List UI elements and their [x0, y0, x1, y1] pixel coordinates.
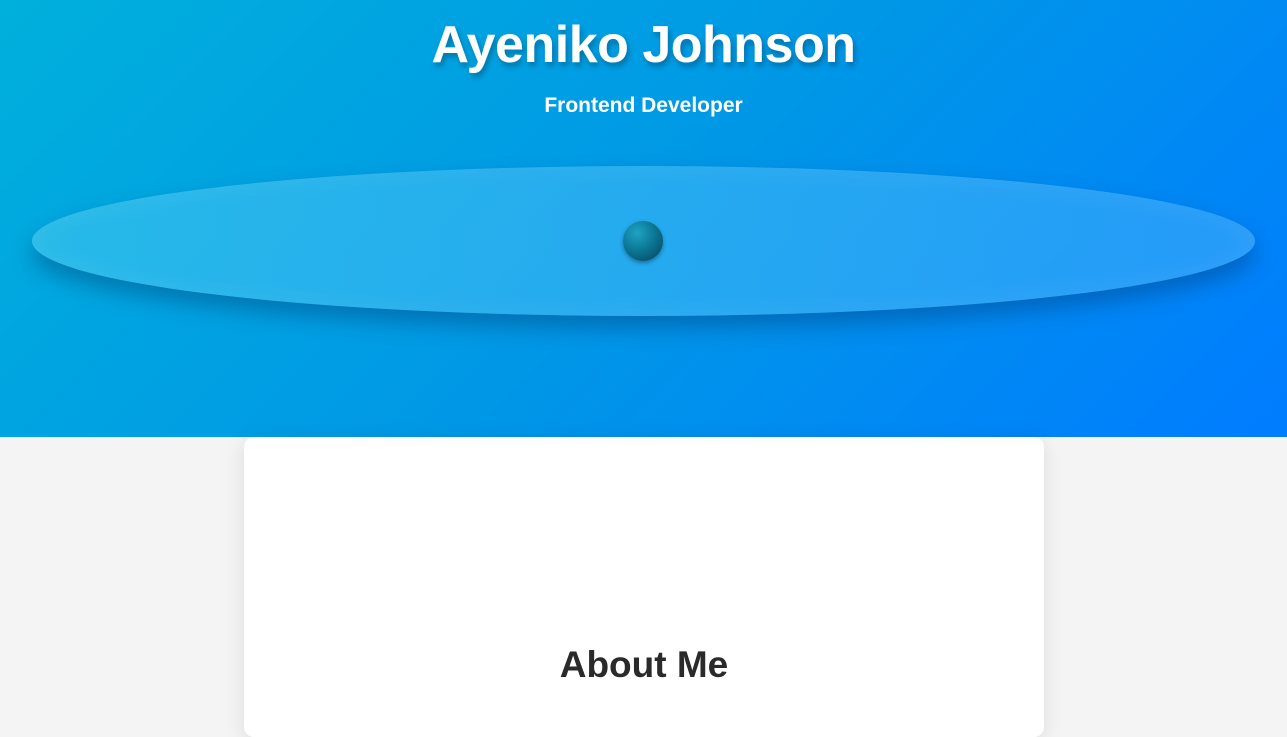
about-card: About Me: [244, 437, 1044, 737]
orb-decoration: [623, 221, 663, 261]
hero-banner: Ayeniko Johnson Frontend Developer: [0, 0, 1287, 437]
hero-role: Frontend Developer: [544, 94, 743, 117]
hero-name: Ayeniko Johnson: [431, 16, 856, 74]
about-heading: About Me: [559, 644, 729, 685]
